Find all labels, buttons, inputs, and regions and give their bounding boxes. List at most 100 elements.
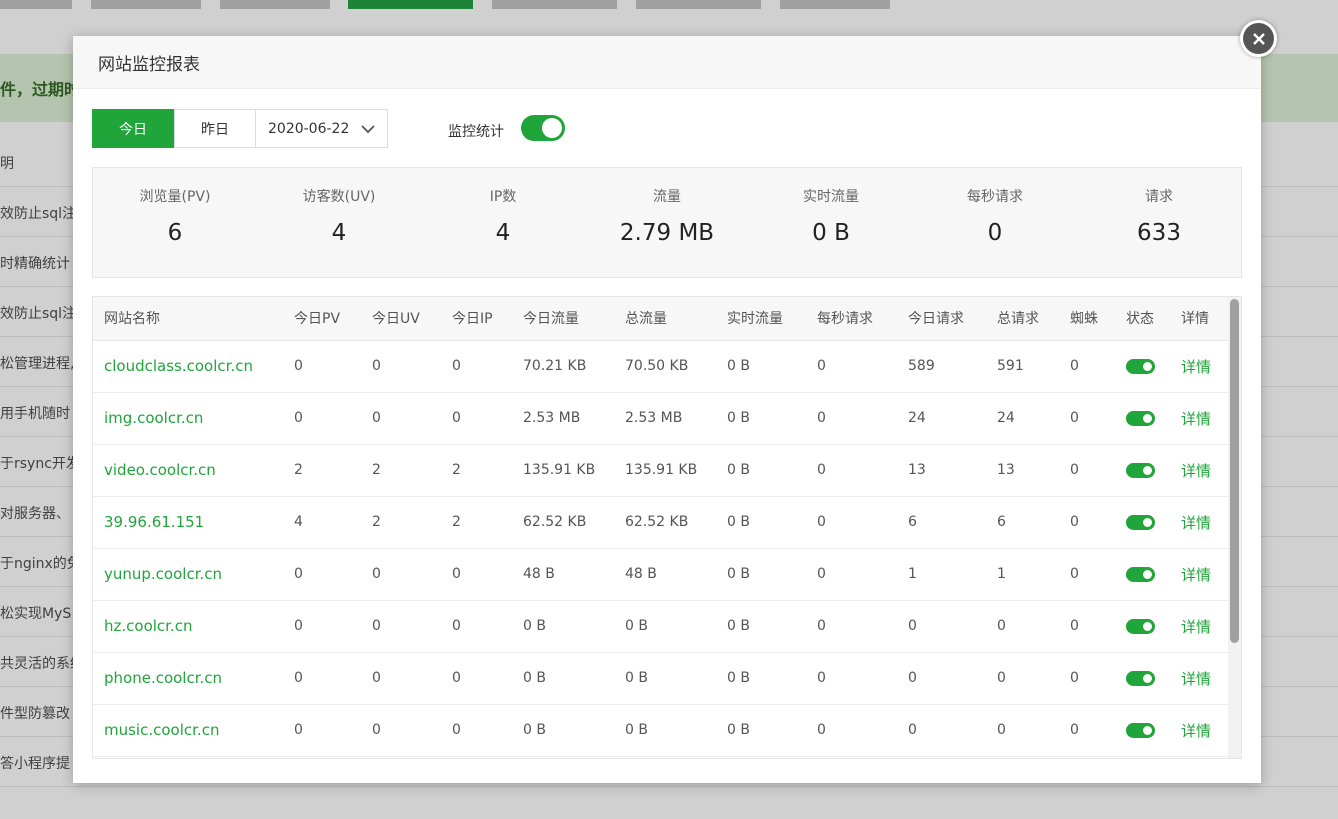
status-toggle[interactable] [1126,618,1155,634]
cell-ip: 0 [441,548,512,601]
table-row: phone.coolcr.cn 0 0 0 0 B0 B0 B 0 0 0 0 详情 [93,652,1229,705]
stat-label: 浏览量(PV) [139,189,211,205]
monitor-stats-toggle[interactable] [521,115,565,141]
cell-uv: 2 [361,496,441,549]
cell-qps: 0 [806,600,897,653]
detail-link[interactable]: 详情 [1170,392,1229,445]
detail-link[interactable]: 详情 [1170,548,1229,601]
column-header: 详情 [1170,297,1229,341]
cell-uv: 0 [361,548,441,601]
cell-realtime: 0 B [716,392,806,445]
cell-total-traffic: 0 B [614,600,716,653]
cell-realtime: 0 B [716,600,806,653]
modal-title: 网站监控报表 [98,54,200,75]
detail-link[interactable]: 详情 [1170,496,1229,549]
yesterday-button[interactable]: 昨日 [174,109,256,148]
cell-today-traffic: 2.53 MB [512,392,614,445]
cell-spider: 0 [1059,704,1115,757]
modal-header: 网站监控报表 [73,36,1261,89]
stat-label: IP数 [489,189,517,205]
cell-total-req: 0 [986,704,1059,757]
cell-total-req: 1 [986,548,1059,601]
stat-item: 每秒请求 0 [913,168,1077,277]
cell-total-traffic: 2.53 MB [614,392,716,445]
stat-item: IP数 4 [421,168,585,277]
stat-value: 0 [987,220,1003,246]
detail-link[interactable]: 详情 [1170,340,1229,393]
status-cell [1115,392,1170,445]
detail-link[interactable]: 详情 [1170,704,1229,757]
site-name-link[interactable]: 39.96.61.151 [93,496,283,549]
column-header: 总流量 [614,297,716,341]
column-header: 每秒请求 [806,297,897,341]
status-toggle[interactable] [1126,566,1155,582]
status-toggle[interactable] [1126,462,1155,478]
cell-total-req: 13 [986,444,1059,497]
stat-value: 6 [167,220,183,246]
column-header: 总请求 [986,297,1059,341]
cell-total-traffic: 48 B [614,548,716,601]
stat-label: 请求 [1145,189,1173,205]
status-toggle[interactable] [1126,722,1155,738]
cell-qps: 0 [806,548,897,601]
date-value: 2020-06-22 [268,120,350,137]
cell-pv: 0 [283,600,361,653]
site-name-link[interactable]: cloudclass.coolcr.cn [93,340,283,393]
table-row: 39.96.61.151 4 2 2 62.52 KB 62.52 KB 0 B 0 6 6 0 详情 [93,496,1229,549]
cell-today-traffic: 0 B [512,652,614,705]
site-name-link[interactable]: phone.coolcr.cn [93,652,283,705]
column-header: 状态 [1115,297,1170,341]
cell-realtime: 0 B [716,652,806,705]
cell-today-traffic: 48 B [512,548,614,601]
cell-ip: 0 [441,392,512,445]
column-header: 今日PV [283,297,361,341]
cell-uv: 0 [361,600,441,653]
status-toggle[interactable] [1126,670,1155,686]
cell-total-req: 6 [986,496,1059,549]
site-name-link[interactable]: music.coolcr.cn [93,704,283,757]
table-row: cloudclass.coolcr.cn 0 0 0 70.21 KB 70.50 KB 0… [93,340,1229,393]
status-cell [1115,444,1170,497]
site-name-link[interactable]: hz.coolcr.cn [93,600,283,653]
close-button[interactable] [1240,20,1277,57]
table-row: yunup.coolcr.cn 0 0 0 48 B 48 B0 B 0 1 1 0 详情 [93,548,1229,601]
cell-qps: 0 [806,392,897,445]
stat-item: 流量 2.79 MB [585,168,749,277]
close-icon [1243,23,1274,54]
detail-link[interactable]: 详情 [1170,652,1229,705]
cell-today-req: 589 [897,340,986,393]
cell-today-traffic: 70.21 KB [512,340,614,393]
cell-today-traffic: 62.52 KB [512,496,614,549]
stat-label: 流量 [653,189,681,205]
detail-link[interactable]: 详情 [1170,600,1229,653]
column-header: 今日流量 [512,297,614,341]
cell-ip: 0 [441,704,512,757]
date-select[interactable]: 2020-06-22 [256,109,388,148]
date-toolbar: 今日 昨日 2020-06-22 [92,109,388,148]
table-scrollbar-thumb[interactable] [1230,299,1239,643]
cell-realtime: 0 B [716,496,806,549]
chevron-down-icon [361,124,375,133]
status-toggle[interactable] [1126,410,1155,426]
table-scrollbar[interactable] [1228,297,1241,758]
site-name-link[interactable]: video.coolcr.cn [93,444,283,497]
cell-ip: 0 [441,600,512,653]
detail-link[interactable]: 详情 [1170,444,1229,497]
cell-pv: 0 [283,652,361,705]
cell-ip: 2 [441,444,512,497]
today-button[interactable]: 今日 [92,109,174,148]
column-header: 蜘蛛 [1059,297,1115,341]
site-monitor-modal: 网站监控报表 今日 昨日 2020-06-22 监控统计 浏览量(PV) 6 访客数… [73,36,1261,783]
cell-pv: 0 [283,548,361,601]
cell-total-traffic: 135.91 KB [614,444,716,497]
cell-total-traffic: 0 B [614,652,716,705]
cell-total-req: 0 [986,600,1059,653]
site-name-link[interactable]: img.coolcr.cn [93,392,283,445]
cell-total-traffic: 62.52 KB [614,496,716,549]
site-name-link[interactable]: yunup.coolcr.cn [93,548,283,601]
monitor-stats-label: 监控统计 [448,124,504,140]
status-toggle[interactable] [1126,358,1155,374]
stat-label: 实时流量 [803,189,859,205]
status-toggle[interactable] [1126,514,1155,530]
cell-pv: 0 [283,392,361,445]
